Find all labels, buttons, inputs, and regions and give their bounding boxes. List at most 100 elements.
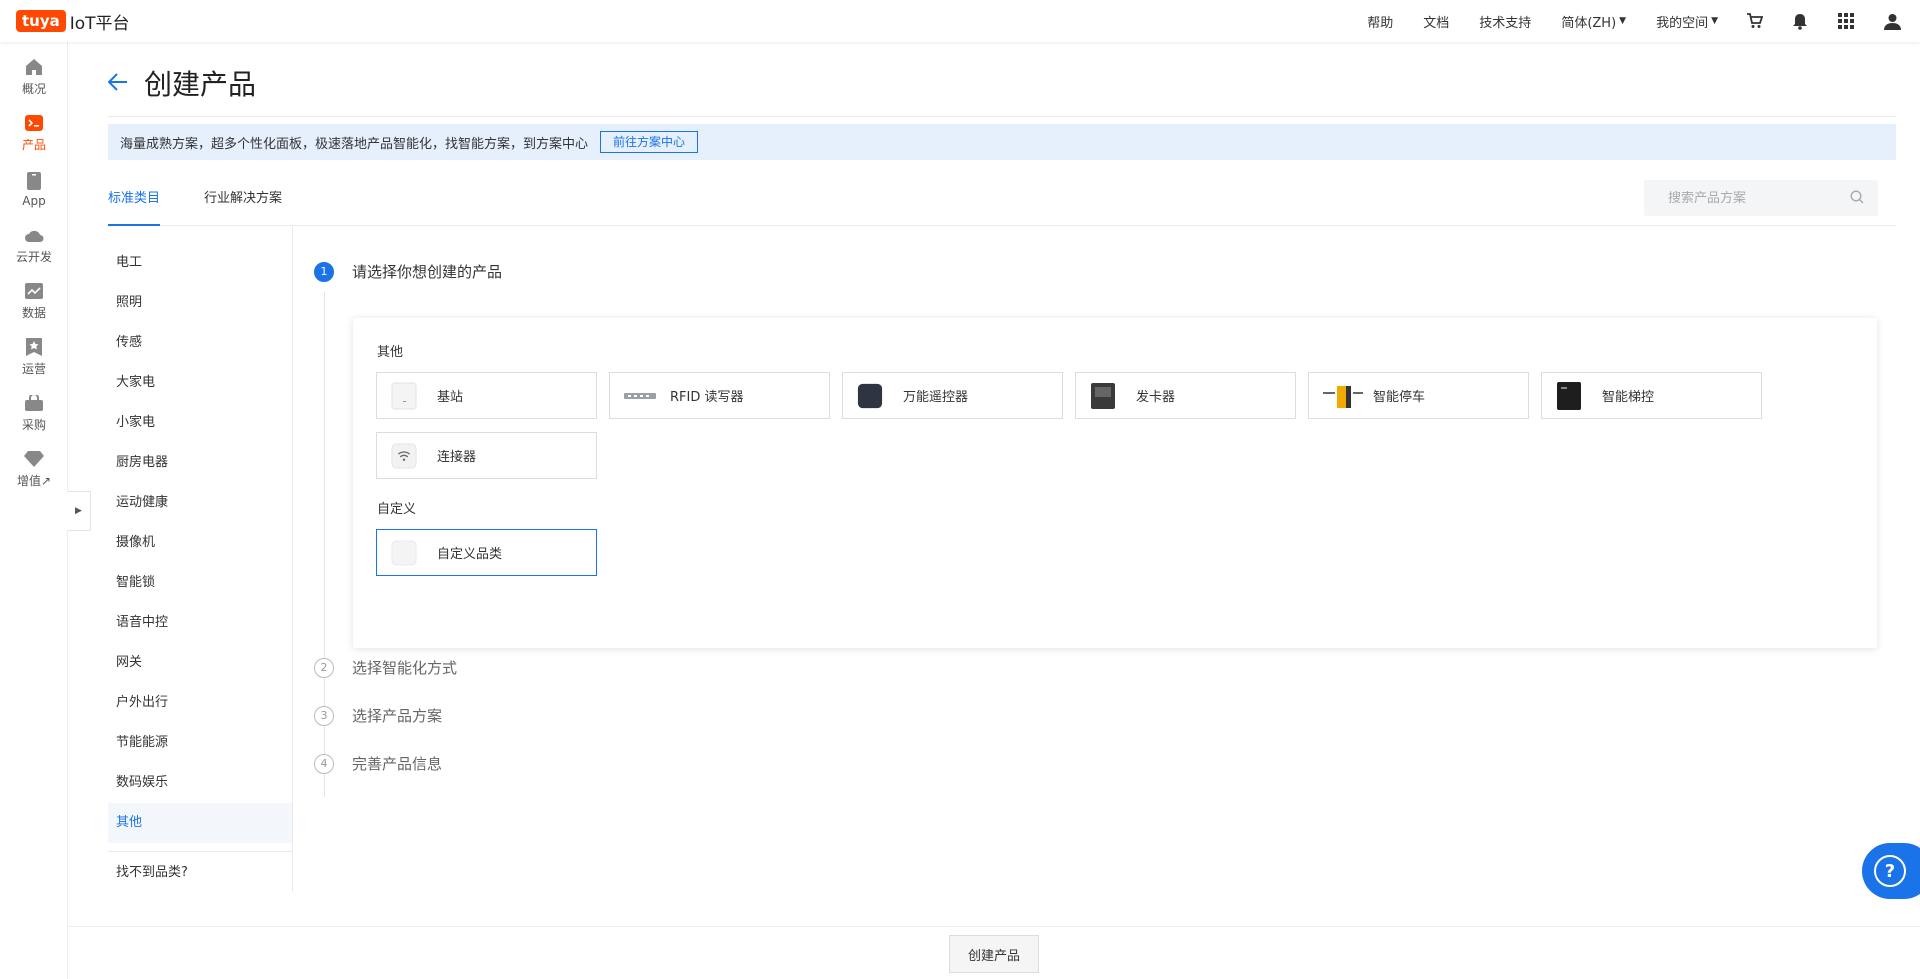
step-number: 2 [314, 657, 334, 678]
category-list: 电工 照明 传感 大家电 小家电 厨房电器 运动健康 摄像机 智能锁 语音中控 … [108, 227, 293, 892]
create-product-button[interactable]: 创建产品 [949, 935, 1039, 973]
sidebar-item-label: 数据 [21, 306, 46, 320]
product-card-label: 基站 [437, 390, 464, 405]
divider [108, 116, 1896, 117]
category-item[interactable]: 数码娱乐 [108, 763, 292, 803]
category-tabs: 标准类目 行业解决方案 [108, 172, 1896, 226]
category-item[interactable]: 节能能源 [108, 723, 292, 763]
product-card-label: 万能遥控器 [903, 390, 969, 405]
product-card-card-issuer[interactable]: 发卡器 [1075, 372, 1296, 419]
go-to-solution-center-button[interactable]: 前往方案中心 [600, 131, 699, 153]
product-card-label: 自定义品类 [437, 547, 503, 562]
step-label: 请选择你想创建的产品 [352, 263, 503, 281]
bell-icon[interactable] [1790, 11, 1810, 31]
sidebar-item-app[interactable]: App [0, 164, 68, 214]
parking-gate-icon [1323, 382, 1363, 410]
language-dropdown[interactable]: 简体(ZH) ▼ [1561, 12, 1626, 31]
my-space-dropdown[interactable]: 我的空间 ▼ [1656, 12, 1718, 31]
app-phone-icon [24, 171, 44, 191]
category-item[interactable]: 运动健康 [108, 483, 292, 523]
tab-standard-category[interactable]: 标准类目 [108, 172, 161, 226]
diamond-icon [24, 449, 44, 469]
step-label: 完善产品信息 [352, 755, 443, 773]
sidebar-expand-button[interactable]: ▶ [67, 491, 91, 531]
product-card-connector[interactable]: 连接器 [376, 432, 597, 479]
sidebar-item-label: 概况 [21, 82, 46, 96]
category-item[interactable]: 传感 [108, 323, 292, 363]
back-arrow-icon[interactable] [107, 69, 132, 97]
caret-down-icon: ▼ [1711, 16, 1718, 26]
category-item[interactable]: 厨房电器 [108, 443, 292, 483]
category-item[interactable]: 语音中控 [108, 603, 292, 643]
step-2: 2 选择智能化方式 [314, 657, 457, 678]
card-issuer-icon [1090, 382, 1116, 410]
product-card-elevator-control[interactable]: 智能梯控 [1541, 372, 1762, 419]
sidebar-item-product[interactable]: 产品 [0, 108, 68, 158]
help-link[interactable]: 帮助 [1367, 12, 1393, 31]
step-4: 4 完善产品信息 [314, 753, 442, 774]
search-box [1644, 180, 1878, 216]
category-item[interactable]: 照明 [108, 283, 292, 323]
bottom-action-bar: 创建产品 [68, 926, 1920, 979]
chart-icon [24, 281, 44, 301]
tech-support-link[interactable]: 技术支持 [1479, 12, 1531, 31]
step-3: 3 选择产品方案 [314, 705, 442, 726]
sidebar-item-data[interactable]: 数据 [0, 276, 68, 326]
category-item[interactable]: 小家电 [108, 403, 292, 443]
rfid-reader-icon [624, 382, 656, 410]
custom-category-icon [391, 539, 417, 567]
top-bar: tuya IoT平台 帮助 文档 技术支持 简体(ZH) ▼ 我的空间 ▼ [0, 0, 1920, 42]
divider [108, 851, 292, 852]
category-item[interactable]: 户外出行 [108, 683, 292, 723]
product-card-smart-parking[interactable]: 智能停车 [1308, 372, 1529, 419]
product-card-universal-remote[interactable]: 万能遥控器 [842, 372, 1063, 419]
left-sidebar: 概况 产品 App 云开发 数据 运营 采购 增值↗ [0, 42, 68, 979]
sidebar-item-operations[interactable]: 运营 [0, 332, 68, 382]
product-card-label: 智能停车 [1373, 390, 1426, 405]
sidebar-item-label: 云开发 [15, 250, 52, 264]
connector-wifi-icon [391, 442, 417, 470]
bag-icon [24, 393, 44, 413]
group-title: 自定义 [377, 502, 417, 517]
user-icon[interactable] [1882, 11, 1902, 31]
tuya-logo[interactable]: tuya IoT平台 [16, 9, 130, 34]
cart-icon[interactable] [1744, 11, 1764, 31]
category-item[interactable]: 电工 [108, 243, 292, 283]
caret-down-icon: ▼ [1619, 16, 1627, 26]
promo-banner: 海量成熟方案，超多个性化面板，极速落地产品智能化，找智能方案，到方案中心 前往方… [108, 124, 1896, 160]
category-item[interactable]: 智能锁 [108, 563, 292, 603]
star-flag-icon [24, 337, 44, 357]
home-icon [24, 57, 44, 77]
sidebar-item-cloud-dev[interactable]: 云开发 [0, 220, 68, 270]
tab-industry-solutions[interactable]: 行业解决方案 [204, 172, 282, 226]
page-title: 创建产品 [144, 68, 257, 101]
product-card-label: 连接器 [437, 450, 477, 465]
product-selection-panel: 其他 基站 RFID 读写器 万能遥控器 发卡器 智能停车 智能梯控 连接器 自… [353, 318, 1877, 648]
help-floating-button[interactable]: ? [1862, 843, 1920, 899]
docs-link[interactable]: 文档 [1423, 12, 1449, 31]
group-title: 其他 [377, 345, 404, 360]
my-space-label: 我的空间 [1656, 15, 1709, 31]
sidebar-item-overview[interactable]: 概况 [0, 52, 68, 102]
category-not-found-link[interactable]: 找不到品类? [116, 861, 188, 880]
product-card-rfid-reader[interactable]: RFID 读写器 [609, 372, 830, 419]
step-number: 1 [314, 261, 334, 282]
category-item[interactable]: 大家电 [108, 363, 292, 403]
search-input[interactable] [1668, 190, 1838, 206]
category-item[interactable]: 摄像机 [108, 523, 292, 563]
product-card-base-station[interactable]: 基站 [376, 372, 597, 419]
apps-grid-icon[interactable] [1836, 11, 1856, 31]
category-item-active[interactable]: 其他 [108, 803, 292, 843]
sidebar-item-value-added[interactable]: 增值↗ [0, 444, 68, 494]
step-number: 4 [314, 753, 334, 774]
remote-control-icon [857, 382, 883, 410]
step-label: 选择智能化方式 [352, 659, 458, 677]
sidebar-item-label: 产品 [21, 138, 46, 152]
sidebar-item-label: 运营 [21, 362, 46, 376]
caret-right-icon: ▶ [75, 506, 82, 516]
category-item[interactable]: 网关 [108, 643, 292, 683]
sidebar-item-purchase[interactable]: 采购 [0, 388, 68, 438]
step-label: 选择产品方案 [352, 707, 443, 725]
search-icon[interactable] [1850, 190, 1864, 208]
product-card-custom-category[interactable]: 自定义品类 [376, 529, 597, 576]
